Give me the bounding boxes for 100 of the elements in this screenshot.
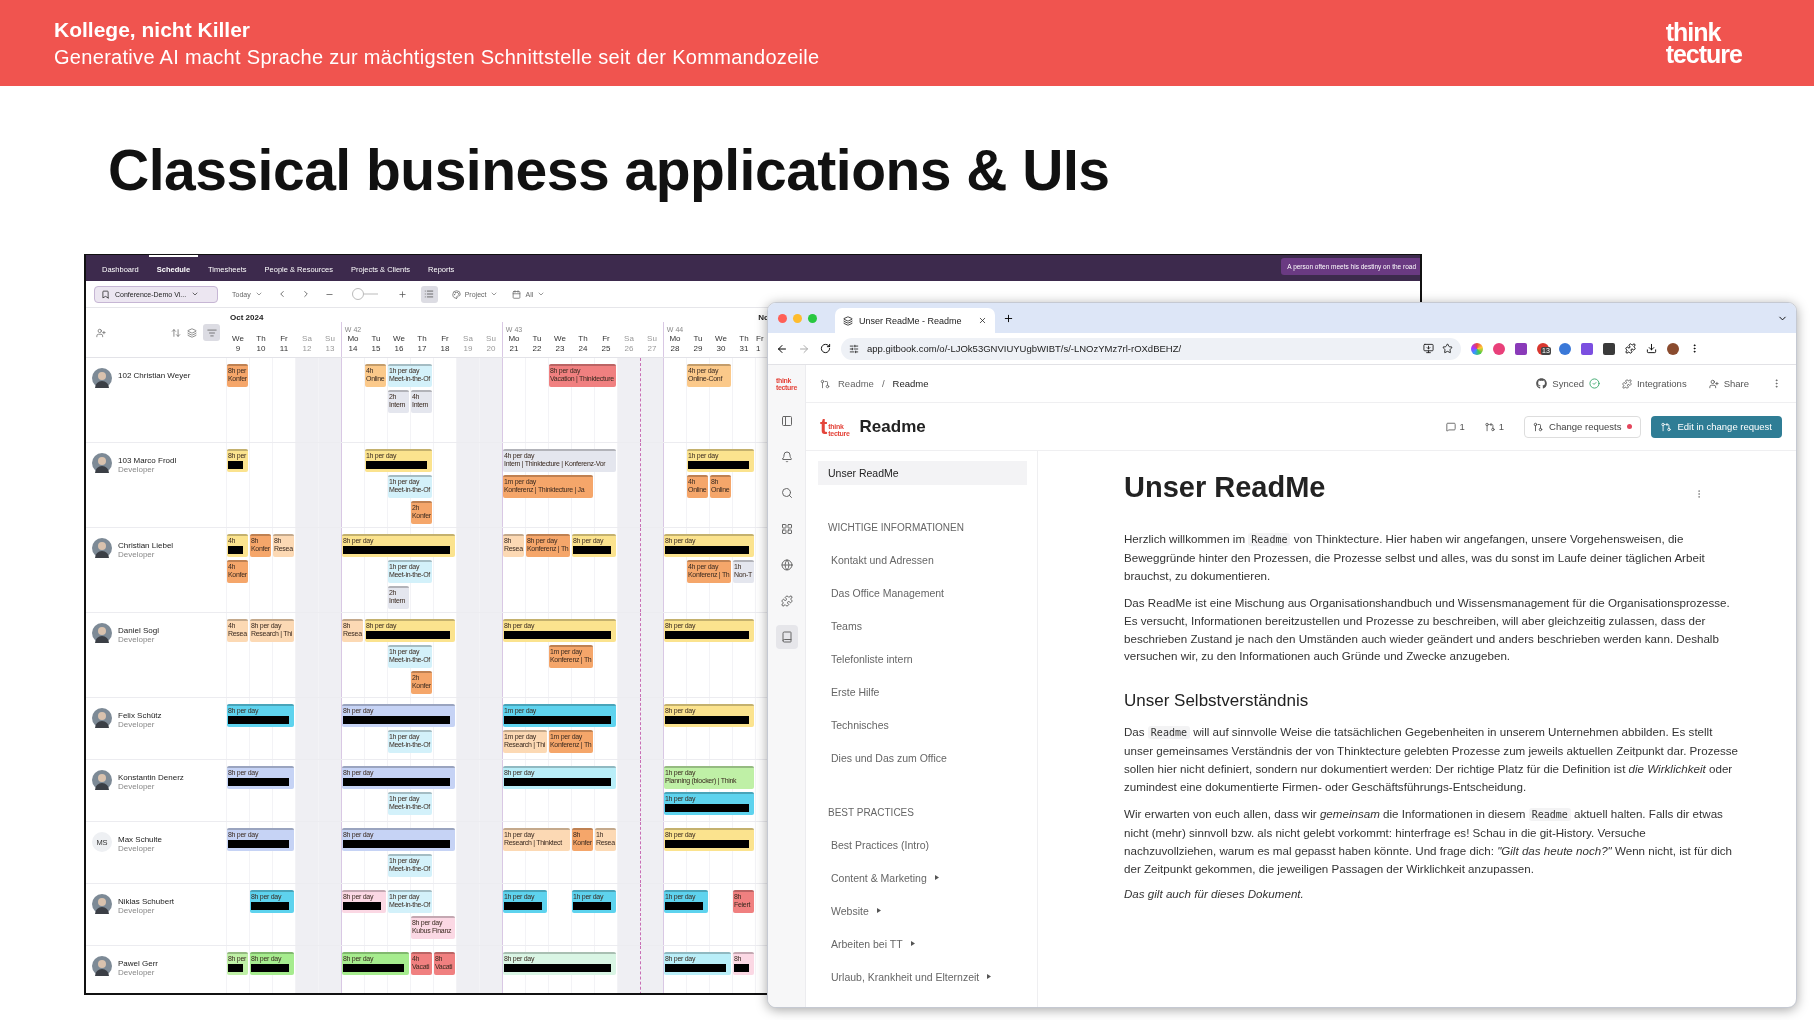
layers-icon	[843, 315, 853, 326]
download-icon[interactable]	[1646, 343, 1657, 354]
sidebar-item[interactable]: Das Office Management	[818, 576, 1027, 609]
zoom-in-icon[interactable]	[397, 289, 407, 299]
extensions-icon[interactable]	[1625, 343, 1636, 354]
list-icon	[424, 289, 435, 299]
sidebar-item[interactable]: Website	[818, 894, 1027, 927]
calendar-icon	[512, 289, 522, 299]
sidebar-item[interactable]: Best Practices (Intro)	[818, 828, 1027, 861]
install-icon[interactable]	[1423, 343, 1434, 354]
puzzle-icon	[1622, 378, 1632, 389]
bookmark-star-icon[interactable]	[1442, 343, 1453, 354]
close-icon[interactable]	[978, 316, 987, 325]
close-window-button[interactable]	[778, 313, 787, 323]
breadcrumb-link[interactable]: Readme	[838, 378, 874, 389]
integrations-button[interactable]: Integrations	[1622, 378, 1687, 389]
person-name: Niklas Schubert Developer	[118, 896, 175, 915]
redaction-bar	[251, 964, 289, 972]
day-header: We 9	[231, 333, 245, 355]
sidebar-item[interactable]: Arbeiten bei TT	[818, 927, 1027, 960]
breadcrumb-current: Readme	[892, 378, 929, 389]
person-name: Max Schulte Developer	[118, 834, 163, 853]
github-icon	[1536, 378, 1548, 389]
person-name: Christian Liebel Developer	[118, 540, 174, 559]
filter-button[interactable]	[203, 324, 220, 341]
changes-button[interactable]: 1	[1484, 421, 1505, 432]
slider-thumb[interactable]	[352, 288, 365, 300]
sync-status[interactable]: Synced	[1536, 378, 1600, 389]
change-requests-button[interactable]: Change requests	[1524, 415, 1642, 438]
bookmark-icon	[101, 289, 110, 299]
space-title: Readme	[859, 416, 926, 437]
paragraph: Das Readme will auf sinnvolle Weise die tatsächlichen Gegebenheiten in unserem Unternehmen abbilden. Es stellt unser gemeinsames Verständnis der von Thinktecture gelebten Prozesse zum jeweils aktuellen Zeitpunkt dar. Prozesse sollen hier nicht definiert, sondern nur dokumentiert werden: Der richtige Platz für die Definition ist die Wirklichkeit oder zumindest eine dokumentierte Firmen- oder Geschäftsführungs-Entscheidung.	[1124, 724, 1739, 796]
slide-subtitle: Generative AI macht Sprache zur mächtigsten Schnittstelle seit der Kommandozeile	[54, 45, 820, 69]
day-header: Fr 25	[600, 333, 612, 355]
sidebar-item[interactable]: Technisches	[818, 708, 1027, 741]
sort-icon[interactable]	[171, 327, 181, 338]
redaction-bar	[573, 546, 611, 554]
comment-icon	[1445, 421, 1456, 432]
day-header: Th 31	[738, 333, 750, 355]
search-icon	[780, 487, 793, 499]
day-header: Sa 12	[301, 333, 313, 355]
book-icon	[780, 631, 793, 643]
person-name: 103 Marco Frodl Developer	[118, 455, 177, 474]
list-view-button[interactable]	[420, 285, 438, 303]
extension-icon[interactable]	[1515, 342, 1527, 355]
grid-icon	[780, 523, 793, 535]
profile-avatar[interactable]	[1667, 342, 1679, 355]
add-person-icon[interactable]	[96, 327, 106, 338]
browser-tab[interactable]: Unser ReadMe - Readme	[835, 308, 995, 333]
breadcrumb-separator: /	[881, 378, 885, 389]
paragraph: Wir erwarten von euch allen, dass wir gemeinsam die Informationen in diesem Readme aktuell halten. Falls dir etwas nicht (mehr) sinnvoll bzw. als nicht gelebt vorkommt: hinterfrage es! Schau in die git-History. Versuche nachzuvollziehen, warum es mal gepasst haben könnte. Und frage dich: "Gilt das heute noch?" Wenn nicht, ist für dich der Zeitpunkt gekommen, die jeweiligen Passagen der Wirklichkeit anzupassen.	[1124, 805, 1734, 877]
layers-icon[interactable]	[187, 327, 197, 338]
redaction-bar	[343, 964, 404, 972]
slide-title: Classical business applications & UIs	[108, 137, 1110, 203]
logo: think tecture	[1665, 21, 1742, 65]
extension-icon[interactable]	[1581, 342, 1593, 355]
day-header: Fr 11	[278, 333, 290, 355]
edit-button[interactable]: Edit in change request	[1651, 415, 1782, 438]
redaction-bar	[228, 778, 289, 786]
day-header: Tu 29	[692, 333, 704, 355]
redaction-bar	[228, 964, 243, 972]
sidebar-item[interactable]: Content & Marketing	[818, 861, 1027, 894]
address-field[interactable]: app.gitbook.com/o/-LJOk53GNVIUYUgbWIBT/s/-LNOzYMz7rl-rOXdBEHZ/	[841, 337, 1461, 360]
day-header: Su 13	[324, 333, 336, 355]
sidebar-item[interactable]: Kontakt und Adressen	[818, 543, 1027, 576]
branch-icon	[1533, 421, 1544, 432]
share-button[interactable]: Share	[1708, 378, 1749, 389]
extension-icon[interactable]	[1603, 342, 1615, 355]
paragraph: Herzlich willkommen im Readme von Thinktecture. Hier haben wir angefangen, unsere Vorgehensweisen, die Beweggründe hinter den Prozessen, die Prozesse selbst und alles, was du sonst im Laufe deiner täglichen Arbeit brauchst, zu dokumentieren.	[1124, 531, 1706, 584]
redaction-bar	[734, 964, 749, 972]
palette-icon	[451, 289, 461, 299]
book-button[interactable]	[775, 625, 798, 649]
day-header: Fr 1	[755, 333, 765, 355]
new-tab-icon[interactable]	[1003, 312, 1014, 324]
sidebar-section-heading: BEST PRACTICES	[827, 806, 915, 820]
person-name: Konstantin Denerz Developer	[118, 772, 184, 791]
redaction-bar	[665, 964, 726, 972]
day-header: Tu 22	[531, 333, 543, 355]
day-header: Su 20	[485, 333, 497, 355]
paragraph: Das gilt auch für dieses Dokument.	[1124, 886, 1305, 900]
sidebar-item[interactable]: Urlaub, Krankheit und Elternzeit	[818, 960, 1027, 993]
branch-icon	[1661, 421, 1672, 432]
back-icon[interactable]	[776, 342, 788, 355]
puzzle-icon	[780, 595, 793, 607]
sidebar-item[interactable]: Erste Hilfe	[818, 675, 1027, 708]
chevron-down-icon	[490, 290, 499, 298]
comments-button[interactable]: 1	[1445, 421, 1465, 432]
slide-kicker: Kollege, nicht Killer	[54, 17, 252, 42]
redaction-bar	[228, 546, 243, 554]
day-header: Th 24	[577, 333, 589, 355]
day-header: Sa 19	[462, 333, 474, 355]
chevron-down-icon	[191, 290, 200, 298]
sidebar-item[interactable]: Teams	[818, 609, 1027, 642]
sidebar-item[interactable]: Dies und Das zum Office	[818, 741, 1027, 774]
person-name: Felix Schütz Developer	[118, 710, 162, 729]
sidebar-item[interactable]: Unser ReadMe	[818, 461, 1027, 485]
reload-icon[interactable]	[820, 343, 831, 354]
sidebar-item[interactable]: Telefonliste intern	[818, 642, 1027, 675]
sidebar-section-heading: WICHTIGE INFORMATIONEN	[827, 521, 965, 535]
page-title: Unser ReadMe	[1124, 471, 1326, 504]
